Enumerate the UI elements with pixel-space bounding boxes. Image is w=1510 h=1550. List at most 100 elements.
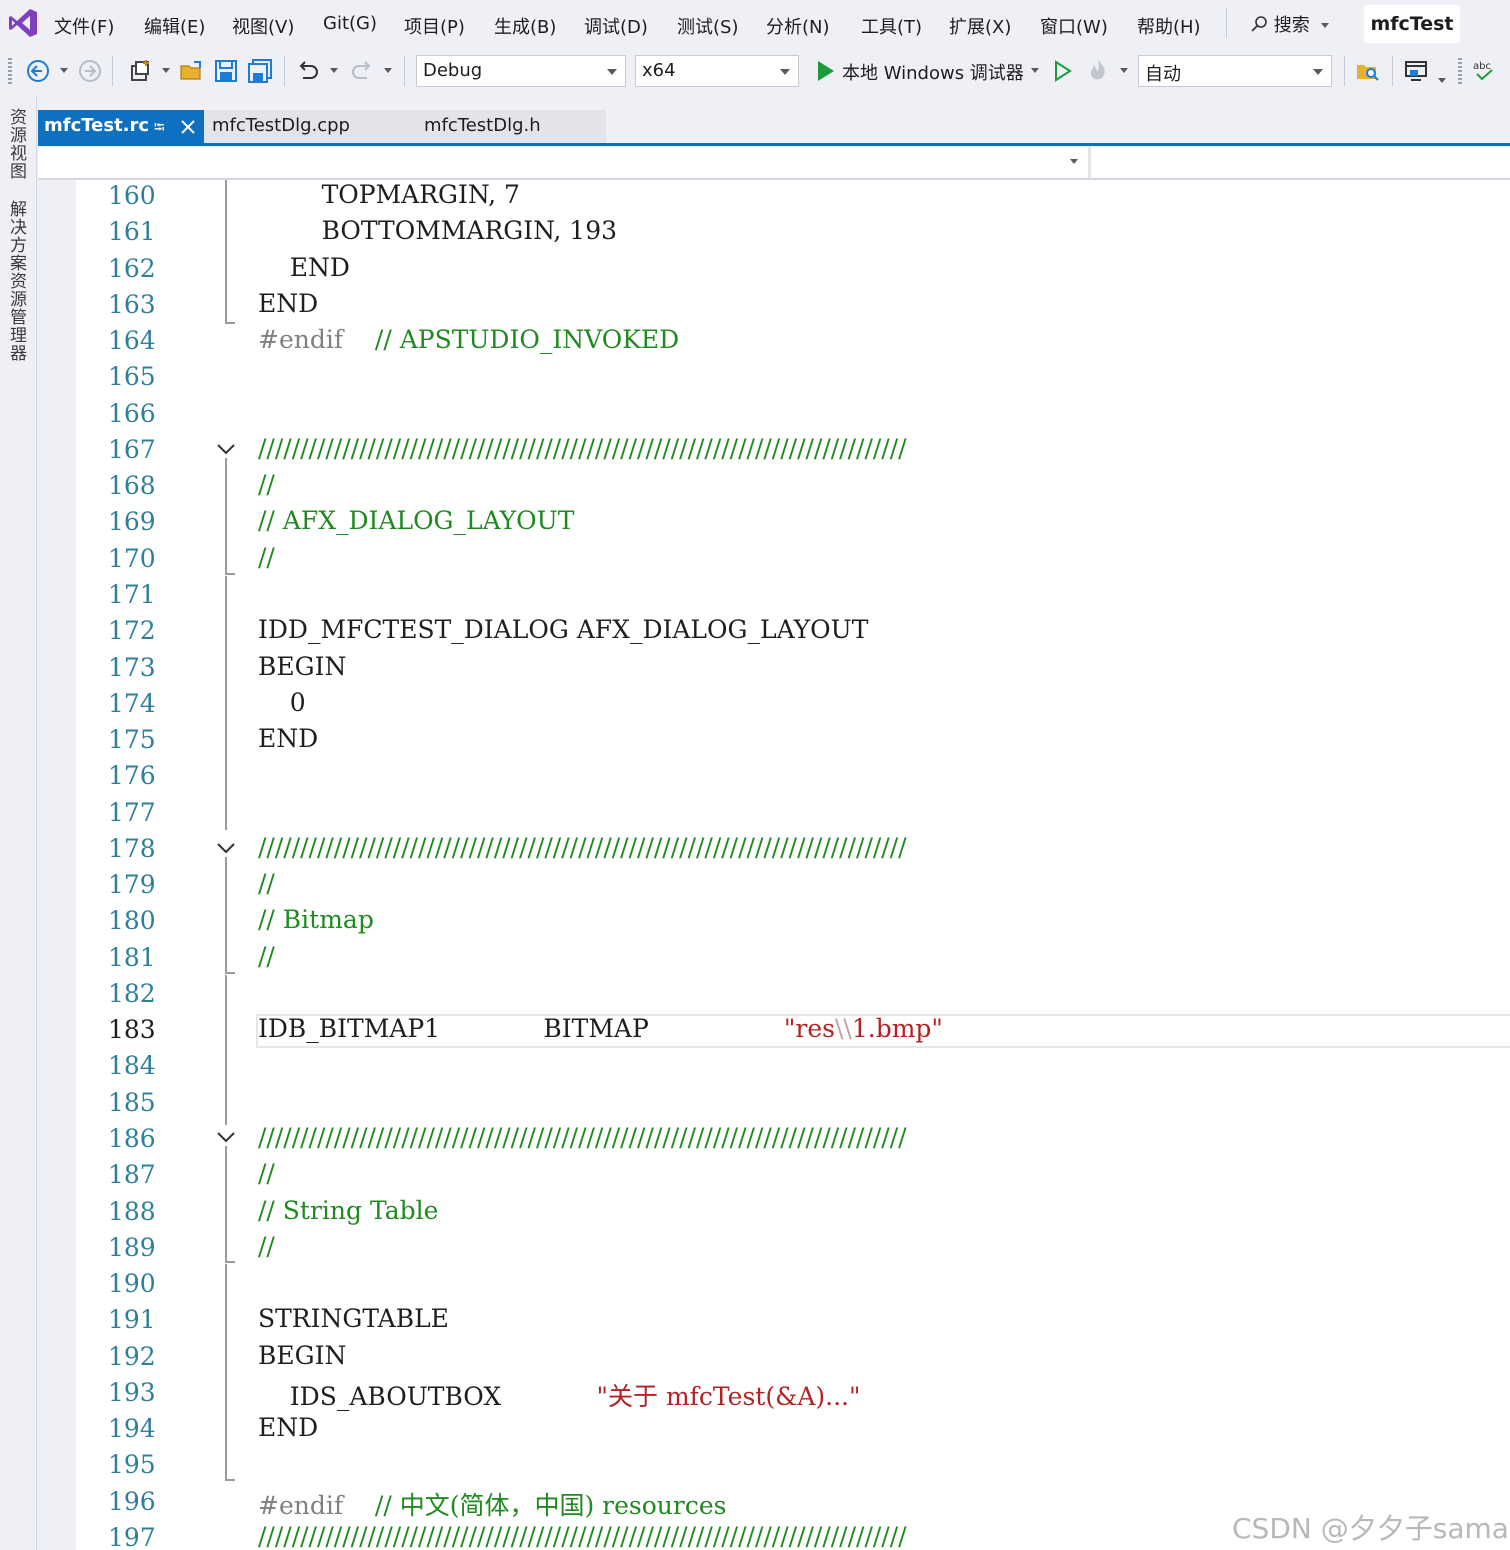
preprocessor-token: #endif [258,325,344,355]
tab-mfctestdlg-cpp[interactable]: mfcTestDlg.cpp [204,110,412,143]
menu-build[interactable]: 生成(B) [494,13,556,39]
chevron-down-icon[interactable] [60,68,68,73]
code-editor[interactable]: 160 TOPMARGIN, 7 161 BOTTOMMARGIN, 193 162… [38,180,1510,1550]
escape-sequence-token: \\ [834,1014,852,1044]
code-line[interactable]: 179 // [38,869,1510,905]
code-line[interactable]: 160 TOPMARGIN, 7 [38,180,1510,216]
code-line[interactable]: 166 [38,398,1510,434]
code-line[interactable]: 172 IDD_MFCTEST_DIALOG AFX_DIALOG_LAYOUT [38,615,1510,651]
spell-check-icon[interactable]: abc [1470,57,1498,85]
collapse-chevron-icon[interactable] [216,442,236,456]
code-line[interactable]: 183 IDB_BITMAP1 BITMAP "res\\1.bmp" [38,1014,1510,1050]
menu-project[interactable]: 项目(P) [404,13,465,39]
code-line[interactable]: 161 BOTTOMMARGIN, 193 [38,216,1510,252]
toolbar-grip[interactable] [1458,58,1462,86]
search-box[interactable]: 搜索 [1250,11,1330,37]
code-line[interactable]: 178 /////////////////////////////////////… [38,833,1510,869]
line-number: 168 [108,471,156,501]
chevron-down-icon[interactable] [1031,68,1039,73]
collapse-chevron-icon[interactable] [216,841,236,855]
undo-icon[interactable] [294,57,322,85]
comment-token: // [258,941,275,971]
code-text: // [258,1159,275,1188]
menu-debug[interactable]: 调试(D) [584,13,648,39]
tab-resource-view[interactable]: 资源视图 [4,108,29,180]
redo-icon[interactable] [348,57,376,85]
start-debugging-icon[interactable] [812,57,840,85]
code-line[interactable]: 181 // [38,942,1510,978]
navigation-bar[interactable] [38,147,1510,180]
start-without-debugging-icon[interactable] [1048,57,1076,85]
menu-window[interactable]: 窗口(W) [1040,13,1108,39]
window-layout-icon[interactable] [1402,57,1430,85]
code-line[interactable]: 168 // [38,470,1510,506]
menu-git[interactable]: Git(G) [323,13,377,34]
menu-edit[interactable]: 编辑(E) [144,13,205,39]
code-line[interactable]: 175 END [38,724,1510,760]
code-line[interactable]: 176 [38,760,1510,796]
chevron-down-icon[interactable] [1120,68,1128,73]
code-line[interactable]: 189 // [38,1232,1510,1268]
tab-mfctestdlg-h[interactable]: mfcTestDlg.h [412,110,606,143]
code-line[interactable]: 191 STRINGTABLE [38,1304,1510,1340]
menu-extensions[interactable]: 扩展(X) [949,13,1011,39]
solution-platform-select[interactable]: x64 [635,55,799,87]
visual-studio-logo-icon[interactable] [6,6,40,40]
string-token: "关于 mfcTest(&A)..." [596,1381,861,1411]
auto-select[interactable]: 自动 [1138,55,1332,87]
chevron-down-icon[interactable] [162,68,170,73]
chevron-down-icon [607,69,617,75]
code-line[interactable]: 190 [38,1268,1510,1304]
code-line[interactable]: 185 [38,1087,1510,1123]
code-line[interactable]: 192 BEGIN [38,1341,1510,1377]
solution-configuration-select[interactable]: Debug [416,55,626,87]
chevron-down-icon[interactable] [1438,78,1446,83]
code-line[interactable]: 169 // AFX_DIALOG_LAYOUT [38,506,1510,542]
toolbar-grip[interactable] [8,58,12,86]
code-line[interactable]: 194 END [38,1413,1510,1449]
code-line[interactable]: 171 [38,579,1510,615]
menu-view[interactable]: 视图(V) [232,13,294,39]
menu-tools[interactable]: 工具(T) [861,13,922,39]
code-line[interactable]: 167 /////////////////////////////////////… [38,434,1510,470]
chevron-down-icon[interactable] [1070,159,1078,164]
code-line[interactable]: 162 END [38,253,1510,289]
code-line[interactable]: 187 // [38,1159,1510,1195]
code-line[interactable]: 164 #endif // APSTUDIO_INVOKED [38,325,1510,361]
start-debugging-button[interactable]: 本地 Windows 调试器 [842,59,1024,85]
code-line[interactable]: 182 [38,978,1510,1014]
menu-test[interactable]: 测试(S) [677,13,738,39]
code-line[interactable]: 165 [38,361,1510,397]
code-line[interactable]: 174 0 [38,688,1510,724]
find-in-files-icon[interactable] [1354,57,1382,85]
collapse-chevron-icon[interactable] [216,1130,236,1144]
tab-solution-explorer[interactable]: 解决方案资源管理器 [4,200,29,362]
hot-reload-icon[interactable] [1084,57,1112,85]
code-line[interactable]: 195 [38,1449,1510,1485]
code-line[interactable]: 177 [38,797,1510,833]
code-line[interactable]: 163 END [38,289,1510,325]
code-line[interactable]: 180 // Bitmap [38,905,1510,941]
close-icon[interactable] [180,119,196,135]
code-line[interactable]: 170 // [38,543,1510,579]
save-all-icon[interactable] [246,57,274,85]
chevron-down-icon[interactable] [384,68,392,73]
open-folder-icon[interactable] [178,57,206,85]
code-line[interactable]: 188 // String Table [38,1196,1510,1232]
navigate-back-icon[interactable] [24,57,52,85]
code-line[interactable]: 186 /////////////////////////////////////… [38,1123,1510,1159]
code-line[interactable]: 193 IDS_ABOUTBOX "关于 mfcTest(&A)..." [38,1377,1510,1413]
save-icon[interactable] [212,57,240,85]
menu-help[interactable]: 帮助(H) [1137,13,1201,39]
tab-mfctest-rc[interactable]: mfcTest.rc ⭾ [38,110,204,143]
code-text: // String Table [258,1196,438,1225]
new-project-icon[interactable] [126,57,154,85]
menu-analyze[interactable]: 分析(N) [766,13,830,39]
pin-icon[interactable]: ⭾ [154,117,165,141]
code-line[interactable]: 184 [38,1050,1510,1086]
navigate-forward-icon[interactable] [76,57,104,85]
comment-token: // Bitmap [258,905,374,935]
code-line[interactable]: 173 BEGIN [38,652,1510,688]
chevron-down-icon[interactable] [330,68,338,73]
menu-file[interactable]: 文件(F) [54,13,114,39]
